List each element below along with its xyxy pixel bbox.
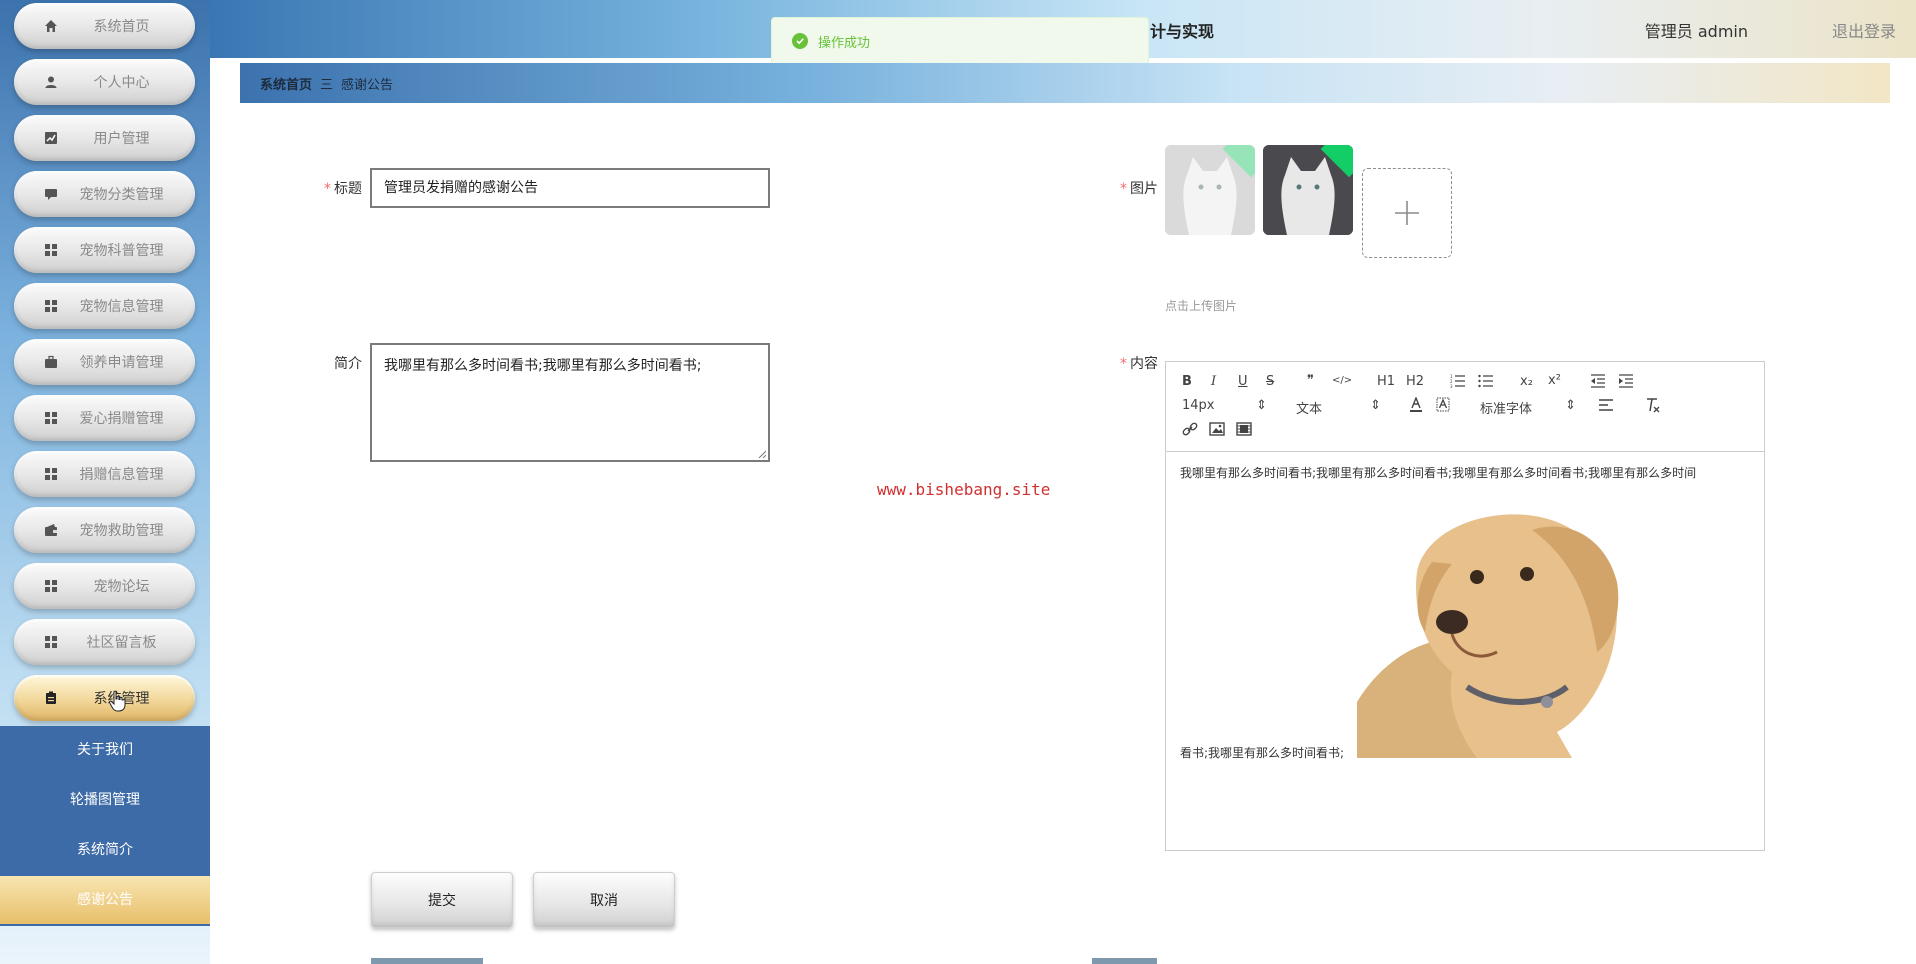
- grid-icon: [43, 298, 59, 314]
- sidebar-item-pet-forum[interactable]: 宠物论坛: [14, 563, 195, 609]
- submit-button[interactable]: 提交: [371, 872, 513, 928]
- font-size-select[interactable]: 14px ⇕: [1182, 398, 1267, 413]
- current-user: 管理员 admin: [1644, 22, 1748, 41]
- underline-button[interactable]: U: [1238, 374, 1248, 389]
- hand-cursor-icon: [108, 690, 126, 712]
- success-toast: 操作成功: [771, 17, 1149, 65]
- grid-icon: [43, 410, 59, 426]
- bottom-decoration: [1092, 958, 1157, 964]
- image-insert-icon[interactable]: [1209, 422, 1225, 440]
- intro-label: 简介: [334, 356, 362, 372]
- required-mark: *: [324, 181, 331, 197]
- outdent-icon[interactable]: [1590, 374, 1606, 392]
- sidebar-item-pet-science[interactable]: 宠物科普管理: [14, 227, 195, 273]
- logout-link[interactable]: 退出登录: [1832, 18, 1896, 42]
- wallet-icon: [43, 522, 59, 538]
- header2-button[interactable]: H2: [1406, 374, 1424, 389]
- sidebar-item-donation[interactable]: 爱心捐赠管理: [14, 395, 195, 441]
- submenu-item-system-intro[interactable]: 系统简介: [0, 826, 210, 874]
- sidebar-item-donation-info[interactable]: 捐赠信息管理: [14, 451, 195, 497]
- select-arrows-icon: ⇕: [1565, 398, 1576, 413]
- toast-message: 操作成功: [818, 35, 871, 51]
- clipboard-icon: [43, 690, 59, 706]
- required-mark: *: [1120, 181, 1127, 197]
- bold-button[interactable]: B: [1182, 374, 1192, 389]
- intro-textarea[interactable]: 我哪里有那么多时间看书;我哪里有那么多时间看书;: [370, 343, 770, 462]
- system-title: 计与实现: [1150, 22, 1215, 41]
- rich-text-editor: B I U S ❞ </> H1 H2 123 x₂ x² 14px ⇕ 文本 ⇕: [1165, 361, 1765, 851]
- ordered-list-icon[interactable]: 123: [1450, 374, 1466, 392]
- sidebar-item-home[interactable]: 系统首页: [14, 3, 195, 49]
- bottom-decoration: [371, 958, 483, 964]
- breadcrumb-current: 感谢公告: [341, 77, 394, 93]
- breadcrumb-separator: 三: [320, 77, 334, 93]
- sidebar-item-pet-info[interactable]: 宠物信息管理: [14, 283, 195, 329]
- home-icon: [43, 18, 59, 34]
- sidebar-item-user-management[interactable]: 用户管理: [14, 115, 195, 161]
- sidebar-item-adoption[interactable]: 领养申请管理: [14, 339, 195, 385]
- content-label: * 内容: [1120, 356, 1158, 372]
- watermark-text: www.bishebang.site: [877, 480, 1051, 499]
- breadcrumb-home[interactable]: 系统首页: [260, 74, 312, 93]
- title-label: * 标题: [324, 181, 362, 197]
- grid-icon: [43, 466, 59, 482]
- grid-icon: [43, 634, 59, 650]
- subscript-button[interactable]: x₂: [1520, 374, 1533, 389]
- upload-image-button[interactable]: [1362, 168, 1452, 258]
- text-type-select[interactable]: 文本 ⇕: [1296, 398, 1381, 417]
- sidebar-item-pet-rescue[interactable]: 宠物救助管理: [14, 507, 195, 553]
- video-insert-icon[interactable]: [1236, 422, 1252, 440]
- resize-grip-icon[interactable]: [758, 450, 766, 458]
- dog-image: [1357, 502, 1657, 758]
- submenu-item-carousel[interactable]: 轮播图管理: [0, 776, 210, 824]
- sidebar: 系统首页 个人中心 用户管理 宠物分类管理 宠物科普管理 宠物信息管理 领养申请…: [0, 0, 210, 964]
- editor-toolbar: B I U S ❞ </> H1 H2 123 x₂ x² 14px ⇕ 文本 ⇕: [1166, 362, 1764, 452]
- required-mark: *: [1120, 356, 1127, 372]
- image-label: * 图片: [1120, 181, 1158, 197]
- plus-icon: [1395, 201, 1419, 225]
- blockquote-button[interactable]: ❞: [1307, 373, 1314, 388]
- comment-icon: [43, 186, 59, 202]
- breadcrumb: 系统首页 三 感谢公告: [240, 63, 1890, 103]
- system-submenu: 关于我们 轮播图管理 系统简介 感谢公告: [0, 726, 210, 926]
- cancel-button[interactable]: 取消: [533, 872, 675, 928]
- text-color-icon[interactable]: [1409, 396, 1423, 417]
- strikethrough-button[interactable]: S: [1266, 374, 1274, 389]
- background-color-icon[interactable]: [1436, 397, 1450, 417]
- uploaded-image-thumbnail[interactable]: [1165, 145, 1255, 235]
- indent-icon[interactable]: [1618, 374, 1634, 392]
- grid-icon: [43, 242, 59, 258]
- editor-paragraph: 看书;我哪里有那么多时间看书;: [1180, 746, 1345, 760]
- select-arrows-icon: ⇕: [1370, 398, 1381, 413]
- font-family-select[interactable]: 标准字体 ⇕: [1480, 398, 1576, 417]
- code-button[interactable]: </>: [1332, 375, 1352, 386]
- svg-text:3: 3: [1450, 384, 1453, 388]
- sidebar-item-message-board[interactable]: 社区留言板: [14, 619, 195, 665]
- briefcase-icon: [43, 354, 59, 370]
- submenu-item-thanks-notice[interactable]: 感谢公告: [0, 876, 210, 924]
- select-arrows-icon: ⇕: [1256, 398, 1267, 413]
- italic-button[interactable]: I: [1211, 374, 1216, 389]
- sidebar-item-personal-center[interactable]: 个人中心: [14, 59, 195, 105]
- user-icon: [43, 74, 59, 90]
- chart-icon: [43, 130, 59, 146]
- header1-button[interactable]: H1: [1377, 374, 1395, 389]
- superscript-button[interactable]: x²: [1548, 373, 1561, 388]
- success-check-icon: [792, 33, 808, 49]
- uploaded-image-thumbnail[interactable]: [1263, 145, 1353, 235]
- bullet-list-icon[interactable]: [1478, 374, 1494, 392]
- clear-format-icon[interactable]: [1644, 397, 1660, 417]
- title-input[interactable]: 管理员发捐赠的感谢公告: [370, 168, 770, 208]
- link-icon[interactable]: [1182, 422, 1198, 440]
- upload-tip: 点击上传图片: [1165, 299, 1238, 313]
- align-left-icon[interactable]: [1598, 398, 1614, 416]
- grid-icon: [43, 578, 59, 594]
- sidebar-item-pet-category[interactable]: 宠物分类管理: [14, 171, 195, 217]
- editor-paragraph: 我哪里有那么多时间看书;我哪里有那么多时间看书;我哪里有那么多时间看书;我哪里有…: [1180, 466, 1697, 480]
- editor-content[interactable]: 我哪里有那么多时间看书;我哪里有那么多时间看书;我哪里有那么多时间看书;我哪里有…: [1166, 452, 1764, 760]
- intro-text: 我哪里有那么多时间看书;我哪里有那么多时间看书;: [384, 358, 702, 374]
- submenu-item-about-us[interactable]: 关于我们: [0, 726, 210, 774]
- sidebar-item-system-management[interactable]: 系统管理: [14, 675, 195, 721]
